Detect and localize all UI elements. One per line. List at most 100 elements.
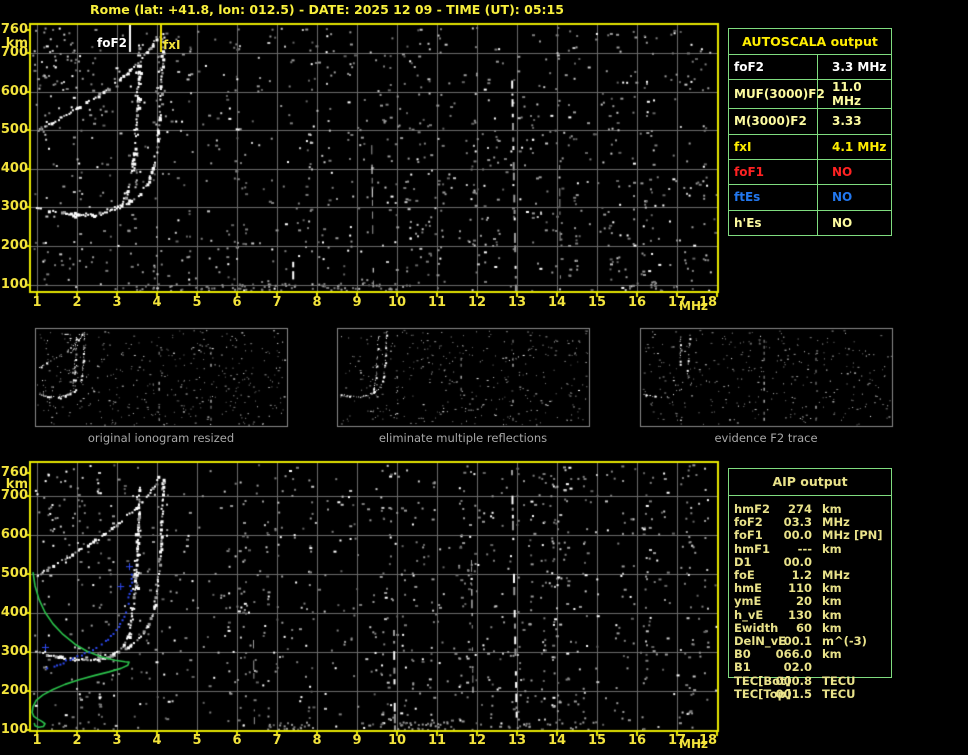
x-tick-label: 14 — [547, 295, 567, 310]
x-tick-label: 10 — [387, 295, 407, 310]
x-tick-label: 5 — [192, 733, 202, 748]
aip-param-label: hmF2 — [734, 502, 771, 516]
y-tick-label: 760 — [0, 22, 28, 37]
x-tick-label: 13 — [507, 733, 527, 748]
aip-row: hmF1 --- km — [734, 542, 892, 556]
x-tick-label: 5 — [192, 295, 202, 310]
y-axis-unit: km — [5, 477, 28, 492]
aip-param-value: 1.2 — [791, 568, 812, 582]
autoscala-param-value: NO — [832, 215, 853, 230]
x-tick-label: 11 — [427, 295, 447, 310]
x-tick-label: 1 — [32, 295, 42, 310]
aip-row: ymE 20 km — [734, 595, 892, 608]
autoscala-row: M(3000)F2 3.33 — [729, 109, 891, 135]
aip-param-value: 110 — [787, 581, 812, 596]
aip-param-unit: km — [822, 607, 842, 622]
aip-param-unit: MHz — [822, 528, 850, 543]
fxI-marker-label: fxI — [163, 38, 181, 52]
x-tick-label: 13 — [507, 295, 527, 310]
x-tick-label: 6 — [232, 733, 242, 748]
autoscala-row: fxI 4.1 MHz — [729, 134, 891, 160]
x-axis-unit: MHz — [679, 737, 708, 751]
autoscala-param-label: foF2 — [729, 55, 818, 80]
aip-row: B0 066.0 km — [734, 648, 892, 661]
x-tick-label: 12 — [467, 733, 487, 748]
y-tick-label: 300 — [0, 199, 28, 214]
aip-param-label: foF1 — [734, 528, 763, 543]
x-tick-label: 9 — [352, 295, 362, 310]
aip-row: hmE 110 km — [734, 582, 892, 595]
aip-row: h_vE 130 km — [734, 607, 892, 622]
autoscala-table: AUTOSCALA output foF2 3.3 MHz MUF(3000)F2 1… — [728, 28, 892, 236]
y-tick-label: 100 — [0, 277, 28, 292]
y-tick-label: 600 — [0, 527, 28, 542]
thumbnail-caption: original ionogram resized — [87, 431, 235, 445]
autoscala-param-value: 4.1 MHz — [832, 139, 887, 154]
y-tick-label: 400 — [0, 605, 28, 620]
x-tick-label: 4 — [152, 295, 162, 310]
aip-param-value: 130 — [787, 607, 812, 622]
aip-param-label: B1 — [734, 660, 751, 675]
aip-row: foE 1.2 MHz — [734, 569, 892, 582]
aip-row: Ewidth 60 km — [734, 620, 892, 635]
aip-param-unit: TECU — [822, 686, 856, 701]
autoscala-table-header: AUTOSCALA output — [729, 29, 891, 55]
y-tick-label: 500 — [0, 566, 28, 581]
aip-param-label: hmE — [734, 581, 763, 596]
y-axis-unit: km — [5, 36, 28, 51]
x-tick-label: 3 — [112, 733, 122, 748]
aip-param-unit: km — [822, 594, 842, 609]
autoscala-param-label: M(3000)F2 — [729, 109, 818, 134]
autoscala-row: ftEs NO — [729, 185, 891, 211]
x-tick-label: 6 — [232, 295, 242, 310]
autoscala-param-value: NO — [832, 190, 853, 205]
x-tick-label: 16 — [627, 295, 647, 310]
aip-param-label: foF2 — [734, 515, 763, 530]
aip-param-value: 00.0 — [783, 554, 812, 569]
x-tick-label: 7 — [272, 295, 282, 310]
aip-param-flag: [PN] — [854, 528, 883, 543]
x-tick-label: 2 — [72, 733, 82, 748]
y-tick-label: 600 — [0, 84, 28, 99]
aip-param-unit: MHz — [822, 568, 850, 582]
autoscala-param-value: 3.3 MHz — [832, 60, 887, 75]
x-tick-label: 12 — [467, 295, 487, 310]
aip-param-value: 00.1 — [783, 634, 812, 648]
x-axis-unit: MHz — [679, 299, 708, 313]
aip-param-unit: m^(-3) — [822, 634, 867, 648]
aip-row: B1 02.0 — [734, 661, 892, 674]
aip-param-value: 03.3 — [783, 515, 812, 530]
autoscala-param-value: 11.0 MHz — [832, 80, 862, 109]
aip-param-label: D1 — [734, 554, 752, 569]
y-tick-label: 300 — [0, 644, 28, 659]
autoscala-param-value: 3.33 — [832, 114, 862, 129]
aip-table-header: AIP output — [729, 469, 891, 496]
autoscala-param-label: MUF(3000)F2 — [729, 80, 825, 109]
autoscala-row: foF1 NO — [729, 159, 891, 186]
x-tick-label: 8 — [312, 733, 322, 748]
x-tick-label: 11 — [427, 733, 447, 748]
aip-row: foF1 00.0 MHz [PN] — [734, 529, 892, 542]
foF2-marker-label: foF2 — [97, 36, 128, 50]
aip-row: DelN_vE 00.1 m^(-3) — [734, 635, 892, 648]
aip-param-unit: TECU — [822, 673, 856, 688]
aip-param-unit: km — [822, 620, 842, 635]
aip-param-value: 20 — [795, 594, 812, 609]
aip-param-value: 274 — [787, 502, 812, 516]
x-tick-label: 2 — [72, 295, 82, 310]
autoscala-param-value: NO — [832, 165, 853, 180]
y-tick-label: 400 — [0, 161, 28, 176]
x-tick-label: 16 — [627, 733, 647, 748]
autoscala-param-label: foF1 — [729, 159, 818, 185]
autoscala-param-label: fxI — [729, 134, 818, 159]
aip-row: TEC[Bot] 000.8 TECU — [734, 673, 892, 688]
x-tick-label: 3 — [112, 295, 122, 310]
aip-param-value: 066.0 — [775, 647, 812, 662]
y-tick-label: 200 — [0, 683, 28, 698]
x-tick-label: 15 — [587, 295, 607, 310]
y-tick-label: 200 — [0, 238, 28, 253]
aip-param-value: 00.0 — [783, 528, 812, 543]
aip-param-unit: km — [822, 647, 842, 662]
aip-param-label: B0 — [734, 647, 751, 662]
x-tick-label: 10 — [387, 733, 407, 748]
